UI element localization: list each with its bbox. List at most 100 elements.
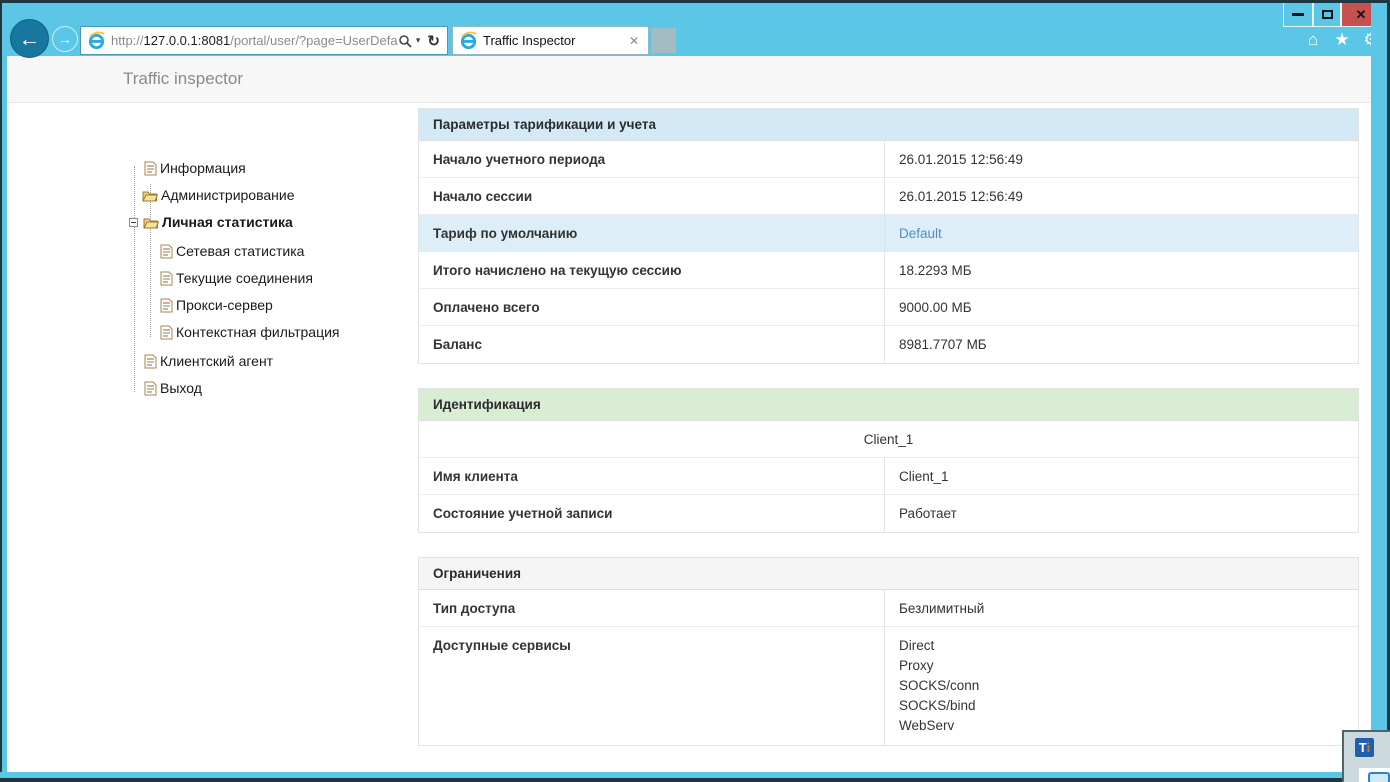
sidebar-item-information[interactable]: Информация	[144, 157, 246, 179]
row-label: Баланс	[419, 326, 885, 363]
client-name-banner: Client_1	[419, 421, 1358, 458]
folder-icon	[143, 218, 159, 228]
identification-table: Идентификация Client_1 Имя клиента Clien…	[418, 388, 1359, 533]
search-icon[interactable]	[398, 34, 412, 48]
sidebar-item-label: Сетевая статистика	[176, 243, 305, 259]
window-border-left-blue	[2, 0, 7, 782]
restrictions-table: Ограничения Тип доступа Безлимитный Дост…	[418, 557, 1359, 746]
row-value: Безлимитный	[899, 600, 985, 616]
table-row: Доступные сервисы Direct Proxy SOCKS/con…	[419, 627, 1358, 745]
row-label: Начало сессии	[419, 178, 885, 214]
forward-button[interactable]: →	[52, 26, 78, 52]
sidebar-item-logout[interactable]: Выход	[144, 377, 202, 399]
document-icon	[160, 271, 173, 285]
back-arrow-icon: ←	[18, 25, 41, 51]
document-icon	[160, 298, 173, 312]
browser-toolbar-icons: ⌂ ★ ⚙	[1303, 30, 1381, 50]
sidebar-item-label: Прокси-сервер	[176, 297, 273, 313]
document-icon	[160, 244, 173, 258]
page-title: Traffic inspector	[123, 69, 243, 88]
window-border-left	[0, 0, 2, 782]
ie-logo-icon	[88, 31, 105, 50]
site-header: Traffic inspector	[7, 56, 1371, 103]
back-button[interactable]: ←	[10, 19, 49, 58]
page-content: Traffic inspector Информация Администрир…	[7, 56, 1371, 773]
maximize-icon	[1321, 10, 1333, 19]
chevron-down-icon[interactable]: ▾	[414, 35, 423, 46]
sidebar-item-label: Администрирование	[161, 187, 295, 203]
sidebar-item-proxy-server[interactable]: Прокси-сервер	[160, 294, 273, 316]
new-tab-button[interactable]	[651, 28, 676, 53]
window-border-bottom	[0, 778, 1390, 782]
sidebar-tree: Информация Администрирование Личная стат…	[7, 103, 418, 773]
url-text[interactable]: http://127.0.0.1:8081/portal/user/?page=…	[111, 33, 398, 48]
row-label: Имя клиента	[419, 458, 885, 494]
address-bar-tools: ▾ ↻	[398, 32, 443, 50]
row-value: 8981.7707 МБ	[899, 337, 987, 352]
favorites-star-icon[interactable]: ★	[1332, 30, 1352, 50]
service-item: SOCKS/bind	[899, 698, 976, 713]
browser-chrome: ✕ ⌂ ★ ⚙ ← → http://127.0.0.1:8081/portal…	[0, 0, 1390, 58]
agent-popup-thumbnail	[1368, 772, 1390, 782]
table-row: Состояние учетной записи Работает	[419, 495, 1358, 532]
logo-letter-i: i	[1366, 740, 1371, 755]
sidebar-item-label: Выход	[160, 380, 202, 396]
row-label: Начало учетного периода	[419, 141, 885, 177]
window-border-top	[0, 0, 1390, 3]
sidebar-item-label: Контекстная фильтрация	[176, 324, 340, 340]
identification-table-header: Идентификация	[419, 389, 1358, 421]
service-item: Direct	[899, 638, 935, 653]
maximize-button[interactable]	[1313, 2, 1341, 27]
window-controls: ✕	[1283, 2, 1381, 27]
ie-logo-icon	[460, 31, 477, 50]
browser-tab[interactable]: Traffic Inspector ✕	[452, 26, 649, 55]
table-row: Начало сессии 26.01.2015 12:56:49	[419, 178, 1358, 215]
row-value: 18.2293 МБ	[899, 262, 972, 278]
row-value: 26.01.2015 12:56:49	[899, 151, 1023, 167]
row-value: 9000.00 МБ	[899, 299, 972, 315]
window-border-right-blue	[1371, 0, 1387, 782]
minimize-button[interactable]	[1283, 2, 1313, 27]
table-row: Оплачено всего 9000.00 МБ	[419, 289, 1358, 326]
row-label: Состояние учетной записи	[419, 495, 885, 532]
sidebar-item-label: Текущие соединения	[176, 270, 313, 286]
row-label: Итого начислено на текущую сессию	[419, 252, 885, 288]
tab-close-icon[interactable]: ✕	[626, 34, 642, 48]
refresh-icon[interactable]: ↻	[424, 32, 443, 50]
address-bar[interactable]: http://127.0.0.1:8081/portal/user/?page=…	[80, 26, 448, 55]
tariff-table: Параметры тарификации и учета Начало уче…	[418, 108, 1359, 364]
row-value: 26.01.2015 12:56:49	[899, 188, 1023, 204]
restrictions-table-header: Ограничения	[419, 558, 1358, 590]
table-row: Имя клиента Client_1	[419, 458, 1358, 495]
sidebar-item-label: Личная статистика	[162, 214, 293, 230]
service-item: SOCKS/conn	[899, 678, 980, 693]
services-list: Direct Proxy SOCKS/conn SOCKS/bind WebSe…	[885, 627, 1358, 745]
close-icon: ✕	[1355, 6, 1367, 22]
row-label: Доступные сервисы	[419, 627, 885, 745]
sidebar-item-administration[interactable]: Администрирование	[142, 184, 295, 206]
document-icon	[144, 161, 157, 175]
service-item: WebServ	[899, 718, 955, 733]
document-icon	[144, 381, 157, 395]
row-value: Работает	[899, 506, 957, 521]
row-label: Тип доступа	[419, 590, 885, 626]
tab-title: Traffic Inspector	[483, 33, 576, 48]
sidebar-item-client-agent[interactable]: Клиентский агент	[144, 350, 273, 372]
sidebar-item-label: Клиентский агент	[160, 353, 274, 369]
default-tariff-link[interactable]: Default	[899, 226, 942, 241]
table-row: Начало учетного периода 26.01.2015 12:56…	[419, 141, 1358, 178]
sidebar-item-label: Информация	[160, 160, 246, 176]
sidebar-item-personal-statistics[interactable]: Личная статистика	[129, 211, 293, 233]
collapse-expander-icon[interactable]	[129, 217, 138, 227]
traffic-inspector-logo-icon[interactable]: Ti	[1355, 738, 1374, 757]
sidebar-item-current-connections[interactable]: Текущие соединения	[160, 267, 313, 289]
row-value: Client_1	[899, 468, 949, 484]
agent-popup-panel: Ti	[1342, 730, 1390, 782]
sidebar-item-network-statistics[interactable]: Сетевая статистика	[160, 240, 304, 262]
document-icon	[160, 325, 173, 339]
table-row: Итого начислено на текущую сессию 18.229…	[419, 252, 1358, 289]
home-icon[interactable]: ⌂	[1303, 30, 1323, 50]
sidebar-item-content-filtering[interactable]: Контекстная фильтрация	[160, 321, 340, 343]
forward-arrow-icon: →	[58, 31, 72, 47]
agent-popup-content	[1359, 768, 1390, 782]
